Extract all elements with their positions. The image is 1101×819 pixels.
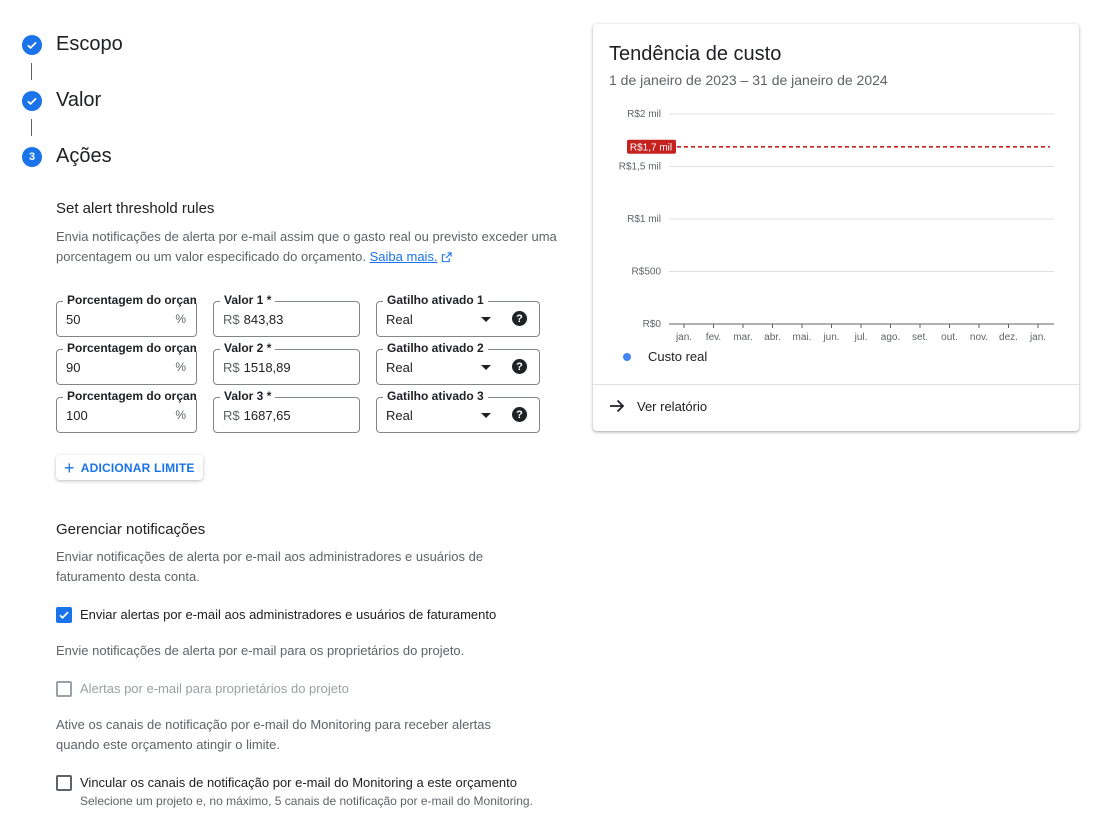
step-connector [31, 63, 32, 80]
dropdown-arrow-icon [481, 365, 491, 370]
x-tick-label: nov. [970, 332, 988, 343]
plus-icon: + [64, 457, 75, 478]
cost-trend-chart: R$0 R$500 R$1 mil R$1,5 mil R$2 mil jan. fev. m… [619, 109, 1054, 343]
trigger-select-3[interactable]: Gatilho ativado 3 Real ? [376, 389, 540, 433]
trigger-select-1[interactable]: Gatilho ativado 1 Real ? [376, 293, 540, 337]
trigger-select-2[interactable]: Gatilho ativado 2 Real ? [376, 341, 540, 385]
admins-alert-checkbox[interactable] [56, 607, 72, 623]
card-title: Tendência de custo [609, 43, 782, 65]
step-connector [31, 119, 32, 136]
percent-field-3[interactable]: Porcentagem do orçamento 100 % [56, 389, 197, 433]
y-tick-label: R$1 mil [627, 214, 661, 225]
y-tick-label: R$2 mil [627, 109, 661, 120]
x-tick-label: abr. [764, 332, 781, 343]
step-valor[interactable]: Valor [22, 89, 101, 112]
amount-field-3[interactable]: Valor 3 * R$ 1687,65 [213, 389, 360, 433]
learn-more-link[interactable]: Saiba mais. [370, 249, 438, 264]
help-icon[interactable]: ? [512, 407, 527, 422]
amount-field-1[interactable]: Valor 1 * R$ 843,83 [213, 293, 360, 337]
card-date-range: 1 de janeiro de 2023 – 31 de janeiro de … [609, 72, 888, 88]
dropdown-arrow-icon [481, 317, 491, 322]
amount-field-2[interactable]: Valor 2 * R$ 1518,89 [213, 341, 360, 385]
legend-dot-icon [623, 352, 631, 361]
admins-alert-checkbox-row[interactable]: Enviar alertas por e-mail aos administra… [56, 606, 496, 624]
check-icon [59, 611, 69, 619]
x-tick-label: fev. [706, 332, 721, 343]
x-tick-label: mar. [733, 332, 752, 343]
step-label: Ações [56, 145, 112, 167]
threshold-description: Envia notificações de alerta por e-mail … [56, 229, 557, 264]
step-acoes[interactable]: 3 Ações [22, 145, 112, 168]
x-tick-label: jan. [1029, 332, 1046, 343]
x-tick-label: out. [941, 332, 958, 343]
x-tick-label: dez. [999, 332, 1018, 343]
step-number-badge: 3 [22, 146, 42, 167]
threshold-label: R$1,7 mil [630, 142, 672, 153]
dropdown-arrow-icon [481, 413, 491, 418]
y-tick-label: R$1,5 mil [619, 162, 661, 173]
notifications-title: Gerenciar notificações [56, 521, 206, 538]
owners-description: Envie notificações de alerta por e-mail … [56, 643, 465, 658]
monitoring-checkbox[interactable] [56, 775, 72, 791]
step-escopo[interactable]: Escopo [22, 33, 123, 56]
add-threshold-button[interactable]: + ADICIONAR LIMITE [56, 455, 203, 480]
help-icon[interactable]: ? [512, 359, 527, 374]
external-link-icon [441, 252, 452, 263]
check-icon [22, 34, 42, 55]
x-tick-label: set. [912, 332, 928, 343]
help-icon[interactable]: ? [512, 311, 527, 326]
cost-trend-card: Tendência de custo 1 de janeiro de 2023 … [593, 24, 1079, 431]
x-tick-label: jul. [854, 332, 868, 343]
x-tick-label: ago. [881, 332, 900, 343]
x-tick-label: jun. [822, 332, 839, 343]
y-tick-label: R$0 [643, 319, 662, 330]
percent-field-2[interactable]: Porcentagem do orçamento 90 % [56, 341, 197, 385]
owners-alert-checkbox [56, 681, 72, 697]
threshold-title: Set alert threshold rules [56, 200, 215, 217]
y-tick-label: R$500 [632, 267, 662, 278]
owners-alert-checkbox-row: Alertas por e-mail para proprietários do… [56, 680, 349, 698]
view-report-link[interactable]: Ver relatório [609, 398, 707, 414]
x-tick-label: mai. [793, 332, 812, 343]
notifications-description: Enviar notificações de alerta por e-mail… [56, 549, 484, 584]
step-label: Valor [56, 89, 102, 111]
monitoring-checkbox-row[interactable]: Vincular os canais de notificação por e-… [56, 774, 533, 810]
card-divider [593, 384, 1079, 385]
percent-field-1[interactable]: Porcentagem do orçamento 50 % [56, 293, 197, 337]
x-tick-label: jan. [675, 332, 692, 343]
check-icon [22, 90, 42, 111]
arrow-right-icon [610, 399, 625, 413]
monitoring-description: Ative os canais de notificação por e-mai… [56, 717, 492, 752]
chart-legend: Custo real [623, 349, 707, 364]
step-label: Escopo [56, 33, 123, 55]
